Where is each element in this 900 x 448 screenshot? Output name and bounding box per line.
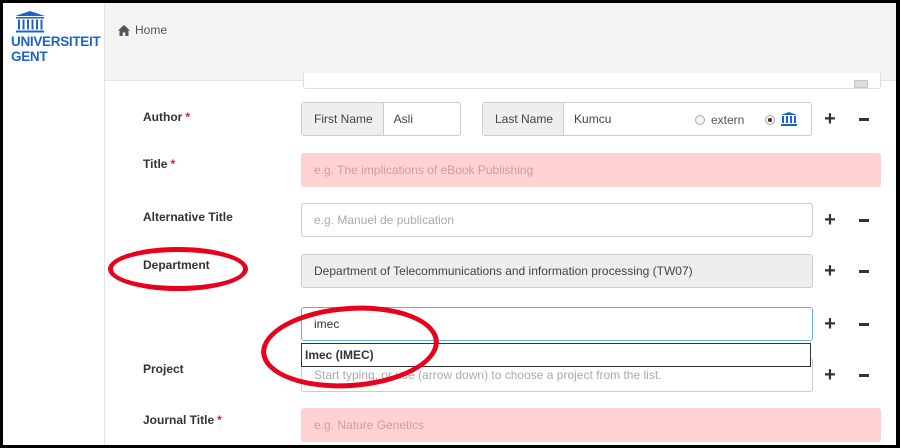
journal-title-input[interactable]: e.g. Nature Genetics <box>301 408 881 442</box>
minus-icon <box>859 218 869 222</box>
author-label: Author * <box>143 110 190 124</box>
department-value-field[interactable]: Department of Telecommunications and inf… <box>301 254 813 288</box>
author-label-text: Author <box>143 110 183 124</box>
department-value: Department of Telecommunications and inf… <box>314 264 693 278</box>
department-row: Department of Telecommunications and inf… <box>301 254 881 288</box>
department-search-input[interactable]: imec <box>301 307 813 341</box>
remove-department-button[interactable] <box>847 254 881 288</box>
plus-icon: + <box>824 313 836 335</box>
page: UNIVERSITEIT GENT Home Author * First Nam… <box>3 3 896 445</box>
department-label: Department <box>143 258 210 272</box>
header-bar: Home <box>105 3 896 81</box>
alternative-title-label: Alternative Title <box>143 210 233 224</box>
add-department-search-button[interactable]: + <box>813 307 847 341</box>
logo-line-1: UNIVERSITEIT <box>11 34 101 49</box>
add-alternative-title-button[interactable]: + <box>813 203 847 237</box>
minus-icon <box>859 269 869 273</box>
title-label-text: Title <box>143 157 168 171</box>
journal-title-label: Journal Title * <box>143 413 222 427</box>
extern-radio[interactable] <box>695 115 705 125</box>
remove-department-search-button[interactable] <box>847 307 881 341</box>
project-placeholder: Start typing, or use (arrow down) to cho… <box>314 368 662 382</box>
first-name-label: First Name <box>302 103 384 135</box>
plus-icon: + <box>824 260 836 282</box>
last-name-field[interactable]: Last Name Kumcu extern <box>482 102 812 136</box>
plus-icon: + <box>824 364 836 386</box>
author-row: First Name Asli Last Name Kumcu extern + <box>301 102 881 136</box>
remove-alternative-title-button[interactable] <box>847 203 881 237</box>
first-name-field[interactable]: First Name Asli <box>301 102 461 136</box>
breadcrumb-home[interactable]: Home <box>118 23 167 37</box>
building-icon <box>15 11 45 33</box>
journal-title-label-text: Journal Title <box>143 413 215 427</box>
required-marker: * <box>185 110 190 124</box>
title-label: Title * <box>143 157 175 171</box>
remove-author-button[interactable] <box>847 102 881 136</box>
first-name-value: Asli <box>393 112 414 126</box>
internal-radio[interactable] <box>765 115 775 125</box>
department-search-row: imec + <box>301 307 881 341</box>
last-name-label: Last Name <box>483 103 565 135</box>
plus-icon: + <box>824 209 836 231</box>
department-suggestion-item[interactable]: Imec (IMEC) <box>301 343 811 367</box>
add-department-button[interactable]: + <box>813 254 847 288</box>
home-icon <box>118 24 130 36</box>
title-row: e.g. The implications of eBook Publishin… <box>301 153 881 187</box>
alternative-title-row: e.g. Manuel de publication + <box>301 203 881 237</box>
required-marker: * <box>217 413 222 427</box>
minus-icon <box>859 322 869 326</box>
project-label: Project <box>143 362 184 376</box>
plus-icon: + <box>824 108 836 130</box>
previous-field-edge <box>303 73 881 89</box>
required-marker: * <box>170 157 176 171</box>
extern-option[interactable]: extern <box>695 113 744 127</box>
home-label: Home <box>135 23 168 37</box>
add-author-button[interactable]: + <box>813 102 847 136</box>
minus-icon <box>859 117 869 121</box>
title-input[interactable]: e.g. The implications of eBook Publishin… <box>301 153 881 187</box>
left-column: UNIVERSITEIT GENT <box>3 3 105 445</box>
minus-icon <box>859 373 869 377</box>
department-search-value: imec <box>314 317 340 331</box>
ugent-logo[interactable]: UNIVERSITEIT GENT <box>11 11 103 63</box>
remove-project-button[interactable] <box>847 358 881 392</box>
add-project-button[interactable]: + <box>813 358 847 392</box>
logo-line-2: GENT <box>11 49 48 64</box>
university-icon <box>781 112 797 126</box>
journal-title-row: e.g. Nature Genetics <box>301 408 881 442</box>
title-placeholder: e.g. The implications of eBook Publishin… <box>314 163 534 177</box>
last-name-value: Kumcu <box>574 112 612 126</box>
alternative-title-placeholder: e.g. Manuel de publication <box>314 213 455 227</box>
extern-label: extern <box>711 113 745 127</box>
resize-handle[interactable] <box>854 80 868 88</box>
journal-title-placeholder: e.g. Nature Genetics <box>314 418 425 432</box>
alternative-title-input[interactable]: e.g. Manuel de publication <box>301 203 813 237</box>
